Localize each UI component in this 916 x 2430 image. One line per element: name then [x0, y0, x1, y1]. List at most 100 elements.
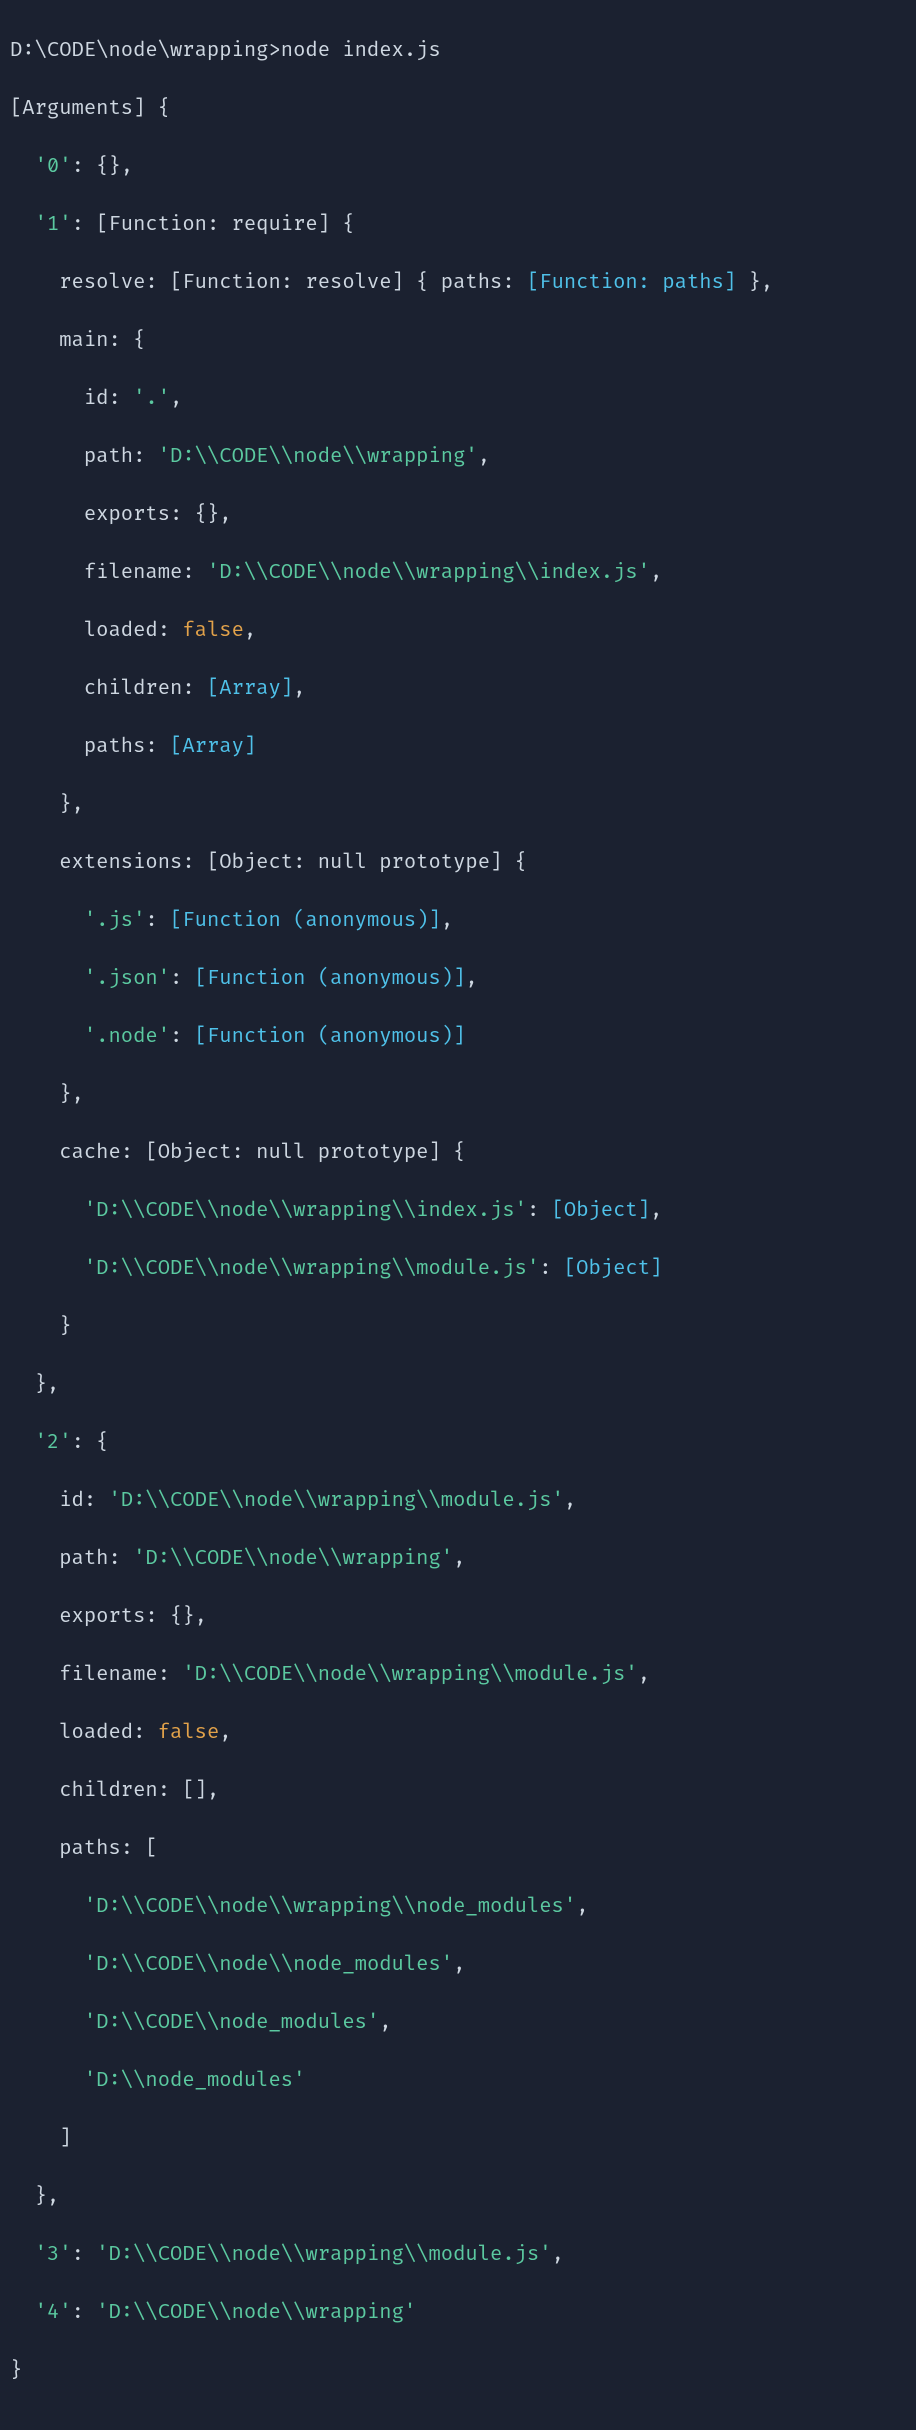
m2-exports-key: exports	[59, 1605, 145, 1629]
ext-node-value: [Function (anonymous)]	[195, 1025, 466, 1049]
m2-paths-0: 'D:\\CODE\\node\\wrapping\\node_modules'	[84, 1895, 576, 1919]
sep: :	[84, 1489, 109, 1513]
sep: :	[108, 1547, 133, 1571]
sep: :	[502, 271, 527, 295]
sep: :	[158, 1663, 183, 1687]
cache-key: cache	[59, 1141, 121, 1165]
m2-paths-head: : [	[121, 1837, 158, 1861]
main-loaded-value: false	[182, 619, 244, 643]
sep: :	[158, 619, 183, 643]
main-key: main	[59, 329, 108, 353]
terminal-output: D:\CODE\node\wrapping>node index.js [Arg…	[0, 0, 916, 2430]
cache-head: : [Object: null prototype] {	[121, 1141, 466, 1165]
sep: :	[145, 909, 170, 933]
m2-path-key: path	[59, 1547, 108, 1571]
comma: ,	[576, 1895, 588, 1919]
comma: ,	[650, 561, 662, 585]
m2-id-key: id	[59, 1489, 84, 1513]
sep: :	[539, 1257, 564, 1281]
m2-path-value: 'D:\\CODE\\node\\wrapping'	[133, 1547, 453, 1571]
main-children-key: children	[84, 677, 182, 701]
main-paths-key: paths	[84, 735, 146, 759]
arg-1-head: : [Function: require] {	[72, 213, 355, 237]
main-children-value: [Array]	[207, 677, 293, 701]
arg-0-value: : {},	[72, 155, 134, 179]
arguments-header: [Arguments] {	[10, 97, 170, 121]
resolve-paths-value: [Function: paths]	[527, 271, 736, 295]
arg-4-value: 'D:\\CODE\\node\\wrapping'	[96, 2301, 416, 2325]
m2-paths-2: 'D:\\CODE\\node_modules'	[84, 2011, 379, 2035]
main-head: : {	[108, 329, 145, 353]
arg-2-key: '2'	[35, 1431, 72, 1455]
comma: ,	[441, 909, 453, 933]
cache-2-value: [Object]	[564, 1257, 662, 1281]
cache-1-value: [Object]	[552, 1199, 650, 1223]
main-filename-key: filename	[84, 561, 182, 585]
close-brace: },	[59, 1083, 84, 1107]
sep: :	[72, 2301, 97, 2325]
m2-filename-key: filename	[59, 1663, 157, 1687]
sep: :	[133, 1721, 158, 1745]
arg-2-head: : {	[72, 1431, 109, 1455]
main-path-value: 'D:\\CODE\\node\\wrapping'	[158, 445, 478, 469]
comma: ,	[244, 619, 256, 643]
close-bracket: ]	[59, 2127, 71, 2151]
ext-js-value: [Function (anonymous)]	[170, 909, 441, 933]
sep: :	[527, 1199, 552, 1223]
main-id-value: '.'	[133, 387, 170, 411]
comma: ,	[379, 2011, 391, 2035]
ext-json-value: [Function (anonymous)]	[195, 967, 466, 991]
m2-loaded-value: false	[158, 1721, 220, 1745]
m2-filename-value: 'D:\\CODE\\node\\wrapping\\module.js'	[182, 1663, 637, 1687]
main-loaded-key: loaded	[84, 619, 158, 643]
comma: ,	[453, 1547, 465, 1571]
comma: ,	[650, 1199, 662, 1223]
m2-children-key: children	[59, 1779, 157, 1803]
sep: :	[145, 735, 170, 759]
sep: :	[182, 561, 207, 585]
close-brace: }	[10, 2359, 22, 2383]
cache-2-key: 'D:\\CODE\\node\\wrapping\\module.js'	[84, 1257, 539, 1281]
resolve-head: : [Function: resolve] {	[145, 271, 440, 295]
main-exports-key: exports	[84, 503, 170, 527]
sep: :	[182, 677, 207, 701]
sep: :	[72, 2243, 97, 2267]
comma: ,	[453, 1953, 465, 1977]
ext-js-key: '.js'	[84, 909, 146, 933]
comma: ,	[170, 387, 182, 411]
arg-4-key: '4'	[35, 2301, 72, 2325]
main-exports-value: : {},	[170, 503, 232, 527]
ext-json-key: '.json'	[84, 967, 170, 991]
main-path-key: path	[84, 445, 133, 469]
arg-3-value: 'D:\\CODE\\node\\wrapping\\module.js'	[96, 2243, 551, 2267]
comma: ,	[478, 445, 490, 469]
resolve-paths-key: paths	[441, 271, 503, 295]
m2-id-value: 'D:\\CODE\\node\\wrapping\\module.js'	[108, 1489, 563, 1513]
extensions-head: : [Object: null prototype] {	[182, 851, 527, 875]
comma: ,	[564, 1489, 576, 1513]
shell-prompt: D:\CODE\node\wrapping>node index.js	[10, 39, 441, 63]
sep: :	[108, 387, 133, 411]
arg-3-key: '3'	[35, 2243, 72, 2267]
comma: ,	[552, 2243, 564, 2267]
cache-1-key: 'D:\\CODE\\node\\wrapping\\index.js'	[84, 1199, 527, 1223]
arg-0-key: '0'	[35, 155, 72, 179]
main-filename-value: 'D:\\CODE\\node\\wrapping\\index.js'	[207, 561, 650, 585]
comma: ,	[293, 677, 305, 701]
comma: ,	[465, 967, 477, 991]
m2-loaded-key: loaded	[59, 1721, 133, 1745]
close-brace: },	[35, 2185, 60, 2209]
ext-node-key: '.node'	[84, 1025, 170, 1049]
m2-exports-value: : {},	[145, 1605, 207, 1629]
m2-paths-1: 'D:\\CODE\\node\\node_modules'	[84, 1953, 453, 1977]
m2-paths-3: 'D:\\node_modules'	[84, 2069, 306, 2093]
close-brace: },	[35, 1373, 60, 1397]
main-paths-value: [Array]	[170, 735, 256, 759]
sep: :	[133, 445, 158, 469]
sep: :	[170, 1025, 195, 1049]
comma: ,	[638, 1663, 650, 1687]
comma: ,	[219, 1721, 231, 1745]
close-brace: },	[59, 793, 84, 817]
sep: :	[170, 967, 195, 991]
arg-1-key: '1'	[35, 213, 72, 237]
